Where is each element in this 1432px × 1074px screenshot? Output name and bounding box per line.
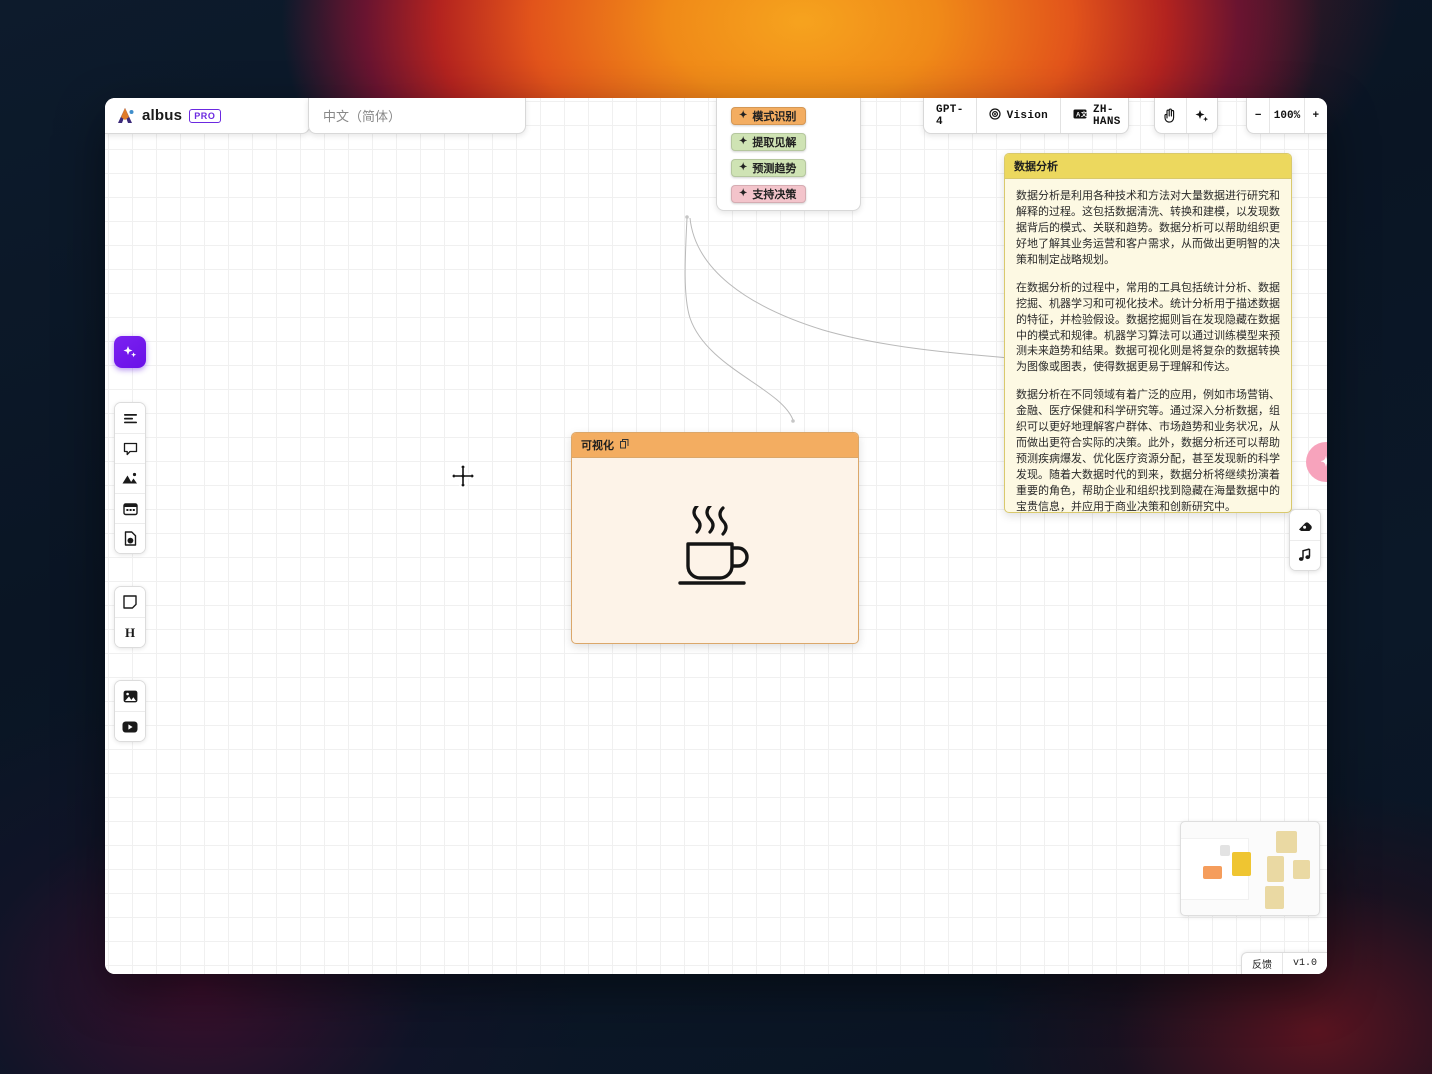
youtube-icon[interactable] (115, 711, 145, 741)
file-icon[interactable] (115, 523, 145, 553)
note-card-data-analysis[interactable]: 数据分析 数据分析是利用各种技术和方法对大量数据进行研究和解释的过程。这包括数据… (1004, 153, 1292, 513)
heading-icon[interactable]: H (115, 617, 145, 647)
status-bar: 反馈 v1.0 (1240, 952, 1327, 974)
plus-icon: ✦ (739, 110, 748, 121)
note-paragraph: 数据分析在不同领域有着广泛的应用，例如市场营销、金融、医疗保健和科学研究等。通过… (1016, 389, 1280, 513)
video-icon[interactable] (115, 493, 145, 523)
zoom-in-button[interactable]: + (1303, 98, 1327, 133)
zoom-level-label[interactable]: 100% (1269, 98, 1303, 133)
language-selector[interactable]: 中文（简体） (308, 98, 526, 134)
copy-icon[interactable] (620, 438, 629, 452)
minimap-card (1203, 866, 1222, 879)
note-card-title: 数据分析 (1014, 161, 1058, 173)
visualization-card-header: 可视化 (572, 433, 858, 458)
tool-rail-right (1289, 509, 1321, 571)
model-settings-bar: GPT-4 Vision A 文 ZH-HANS (923, 98, 1129, 134)
chip-label: 支持决策 (752, 189, 797, 201)
albus-app-window: 数据分析 数据分析是利用各种技术和方法对大量数据进行研究和解释的过程。这包括数据… (105, 98, 1327, 974)
minimap-card (1276, 831, 1297, 853)
chip-label: 预测趋势 (752, 163, 797, 175)
tool-rail-primary (114, 402, 146, 554)
minimap-card (1267, 856, 1284, 882)
minimap-card (1265, 886, 1284, 909)
suggestion-node-panel: ✦ 模式识别 ✦ 提取见解 ✦ 预测趋势 ✦ 支持决策 (716, 98, 861, 211)
visualization-card-title: 可视化 (581, 440, 614, 452)
vision-icon (989, 107, 1001, 124)
locale-selector[interactable]: A 文 ZH-HANS (1060, 98, 1133, 133)
vision-label: Vision (1006, 109, 1049, 122)
minimap-card (1220, 845, 1230, 856)
coffee-cup-icon (676, 504, 754, 595)
bubble-label: ✦ (1320, 454, 1327, 469)
brand-bar: albus PRO (105, 98, 310, 134)
hand-icon[interactable] (1155, 98, 1186, 133)
move-cursor (450, 463, 476, 489)
language-icon: A 文 (1073, 109, 1088, 123)
note-paragraph: 数据分析是利用各种技术和方法对大量数据进行研究和解释的过程。这包括数据清洗、转换… (1016, 190, 1280, 266)
tool-rail-media (114, 680, 146, 742)
plus-icon: ✦ (739, 162, 748, 173)
music-icon[interactable] (1290, 540, 1320, 570)
brand-name: albus (142, 107, 183, 124)
ai-sparkle-button[interactable] (114, 336, 146, 368)
chip-label: 模式识别 (752, 111, 797, 123)
feedback-button[interactable]: 反馈 (1242, 953, 1282, 974)
note-card-header: 数据分析 (1005, 154, 1291, 179)
locale-label: ZH-HANS (1093, 103, 1121, 128)
model-label: GPT-4 (936, 103, 964, 128)
picture-icon[interactable] (115, 681, 145, 711)
model-selector[interactable]: GPT-4 (924, 98, 976, 133)
canvas-minimap[interactable] (1180, 821, 1320, 916)
plus-icon: ✦ (739, 188, 748, 199)
minimap-card (1232, 852, 1251, 876)
comment-icon[interactable] (115, 433, 145, 463)
plus-icon: ✦ (739, 136, 748, 147)
image-icon[interactable] (115, 463, 145, 493)
list-icon[interactable] (115, 403, 145, 433)
note-paragraph: 在数据分析的过程中，常用的工具包括统计分析、数据挖掘、机器学习和可视化技术。统计… (1016, 281, 1280, 374)
suggestion-chip-predict-trend[interactable]: ✦ 预测趋势 (731, 159, 807, 177)
language-value: 中文（简体） (323, 109, 402, 124)
chip-label: 提取见解 (752, 137, 797, 149)
suggestion-chip-support-decision[interactable]: ✦ 支持决策 (731, 185, 807, 203)
canvas-tools-bar (1154, 98, 1218, 134)
visualization-card-body (572, 458, 858, 643)
sparkle-icon[interactable] (1185, 98, 1217, 133)
pro-badge: PRO (189, 108, 221, 123)
note-card-body: 数据分析是利用各种技术和方法对大量数据进行研究和解释的过程。这包括数据清洗、转换… (1005, 179, 1291, 513)
zoom-out-button[interactable]: − (1247, 98, 1269, 133)
visualization-card[interactable]: 可视化 (571, 432, 859, 644)
eraser-icon[interactable] (1290, 510, 1320, 540)
desktop-wallpaper: 数据分析 数据分析是利用各种技术和方法对大量数据进行研究和解释的过程。这包括数据… (0, 0, 1432, 1074)
suggestion-chip-extract-insight[interactable]: ✦ 提取见解 (731, 133, 807, 151)
zoom-controls: − 100% + (1246, 98, 1327, 134)
minimap-card (1293, 860, 1310, 879)
version-label: v1.0 (1281, 953, 1327, 974)
sticky-note-icon[interactable] (115, 587, 145, 617)
tool-rail-text: H (114, 586, 146, 648)
vision-toggle[interactable]: Vision (975, 98, 1060, 133)
albus-logo-icon (115, 107, 135, 125)
suggestion-chip-pattern-recognition[interactable]: ✦ 模式识别 (731, 107, 807, 125)
svg-text:文: 文 (1080, 110, 1087, 118)
